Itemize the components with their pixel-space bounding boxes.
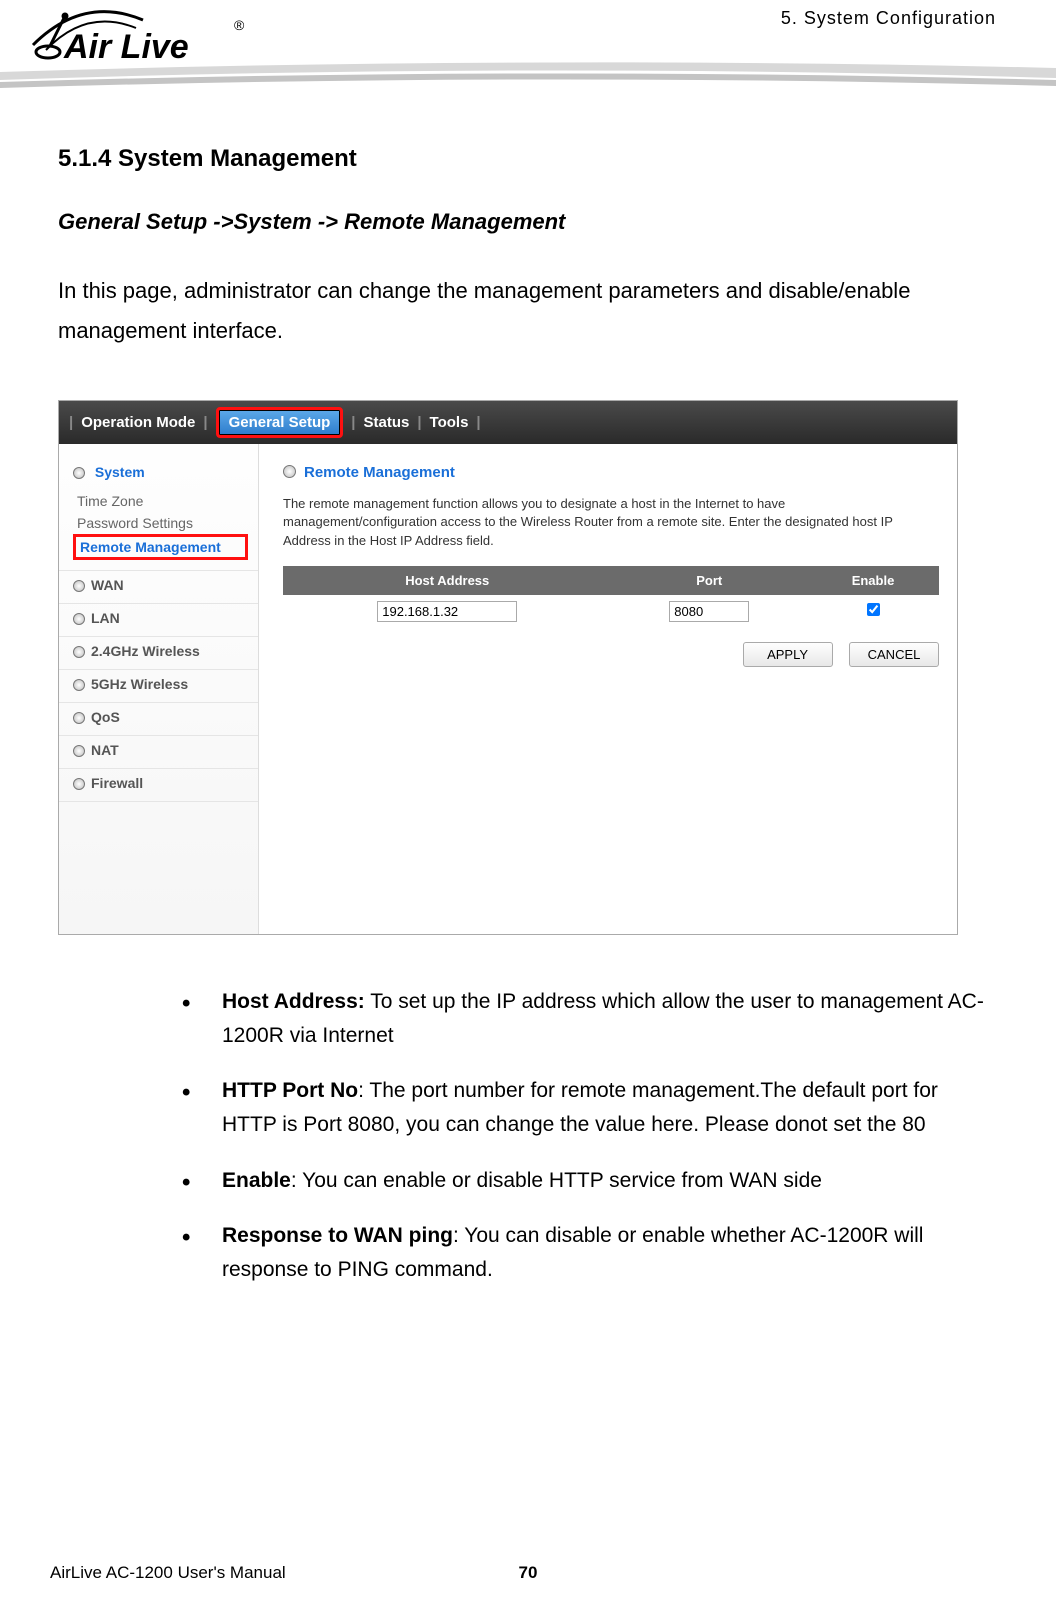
- nav-tabs: | Operation Mode | General Setup | Statu…: [59, 401, 957, 444]
- sidebar-sub-remote-management[interactable]: Remote Management: [73, 534, 248, 560]
- radio-icon: [73, 613, 85, 625]
- header-swoosh: [0, 60, 1056, 90]
- sidebar: System Time Zone Password Settings Remot…: [59, 444, 259, 934]
- th-enable: Enable: [808, 566, 939, 594]
- breadcrumb: General Setup ->System -> Remote Managem…: [58, 209, 998, 235]
- radio-icon: [73, 778, 85, 790]
- bullet-http-port: HTTP Port No: The port number for remote…: [176, 1074, 998, 1141]
- sidebar-item-24ghz[interactable]: 2.4GHz Wireless: [91, 643, 200, 659]
- radio-icon: [73, 646, 85, 658]
- page-header: 5. System Configuration Air Live ®: [0, 0, 1056, 95]
- svg-text:®: ®: [234, 17, 245, 33]
- chapter-label: 5. System Configuration: [781, 8, 996, 29]
- panel-title: Remote Management: [283, 464, 939, 481]
- th-host-address: Host Address: [284, 566, 612, 594]
- radio-icon: [73, 679, 85, 691]
- radio-icon: [73, 580, 85, 592]
- radio-icon: [73, 745, 85, 757]
- sidebar-item-system[interactable]: System: [95, 464, 145, 480]
- footer-manual-name: AirLive AC-1200 User's Manual: [50, 1563, 286, 1583]
- host-address-input[interactable]: [377, 601, 517, 622]
- enable-checkbox[interactable]: [867, 603, 880, 616]
- sidebar-item-5ghz[interactable]: 5GHz Wireless: [91, 676, 188, 692]
- bullet-wan-ping: Response to WAN ping: You can disable or…: [176, 1219, 998, 1286]
- page-content: 5.1.4 System Management General Setup ->…: [0, 95, 1056, 1286]
- bullet-host-address: Host Address: To set up the IP address w…: [176, 985, 998, 1052]
- tab-general-setup[interactable]: General Setup: [216, 407, 344, 438]
- page-footer: AirLive AC-1200 User's Manual 70: [0, 1563, 1056, 1583]
- sidebar-sub-timezone[interactable]: Time Zone: [73, 490, 248, 512]
- tab-tools[interactable]: Tools: [430, 414, 469, 431]
- sidebar-sub-password[interactable]: Password Settings: [73, 512, 248, 534]
- intro-paragraph: In this page, administrator can change t…: [58, 271, 998, 350]
- screenshot-figure: | Operation Mode | General Setup | Statu…: [58, 400, 958, 935]
- sidebar-item-lan[interactable]: LAN: [91, 610, 120, 626]
- apply-button[interactable]: APPLY: [743, 642, 833, 667]
- cancel-button[interactable]: CANCEL: [849, 642, 939, 667]
- sidebar-item-qos[interactable]: QoS: [91, 709, 120, 725]
- radio-icon: [73, 712, 85, 724]
- main-panel: Remote Management The remote management …: [259, 444, 957, 934]
- sidebar-item-wan[interactable]: WAN: [91, 577, 124, 593]
- panel-description: The remote management function allows yo…: [283, 495, 939, 550]
- bullet-list: Host Address: To set up the IP address w…: [58, 985, 998, 1286]
- tab-status[interactable]: Status: [363, 414, 409, 431]
- remote-management-table: Host Address Port Enable: [283, 566, 939, 628]
- section-heading: 5.1.4 System Management: [58, 145, 998, 173]
- radio-icon: [73, 467, 85, 479]
- th-port: Port: [611, 566, 808, 594]
- tab-operation-mode[interactable]: Operation Mode: [81, 414, 195, 431]
- sidebar-item-firewall[interactable]: Firewall: [91, 775, 143, 791]
- sidebar-item-nat[interactable]: NAT: [91, 742, 119, 758]
- bullet-enable: Enable: You can enable or disable HTTP s…: [176, 1164, 998, 1198]
- port-input[interactable]: [669, 601, 749, 622]
